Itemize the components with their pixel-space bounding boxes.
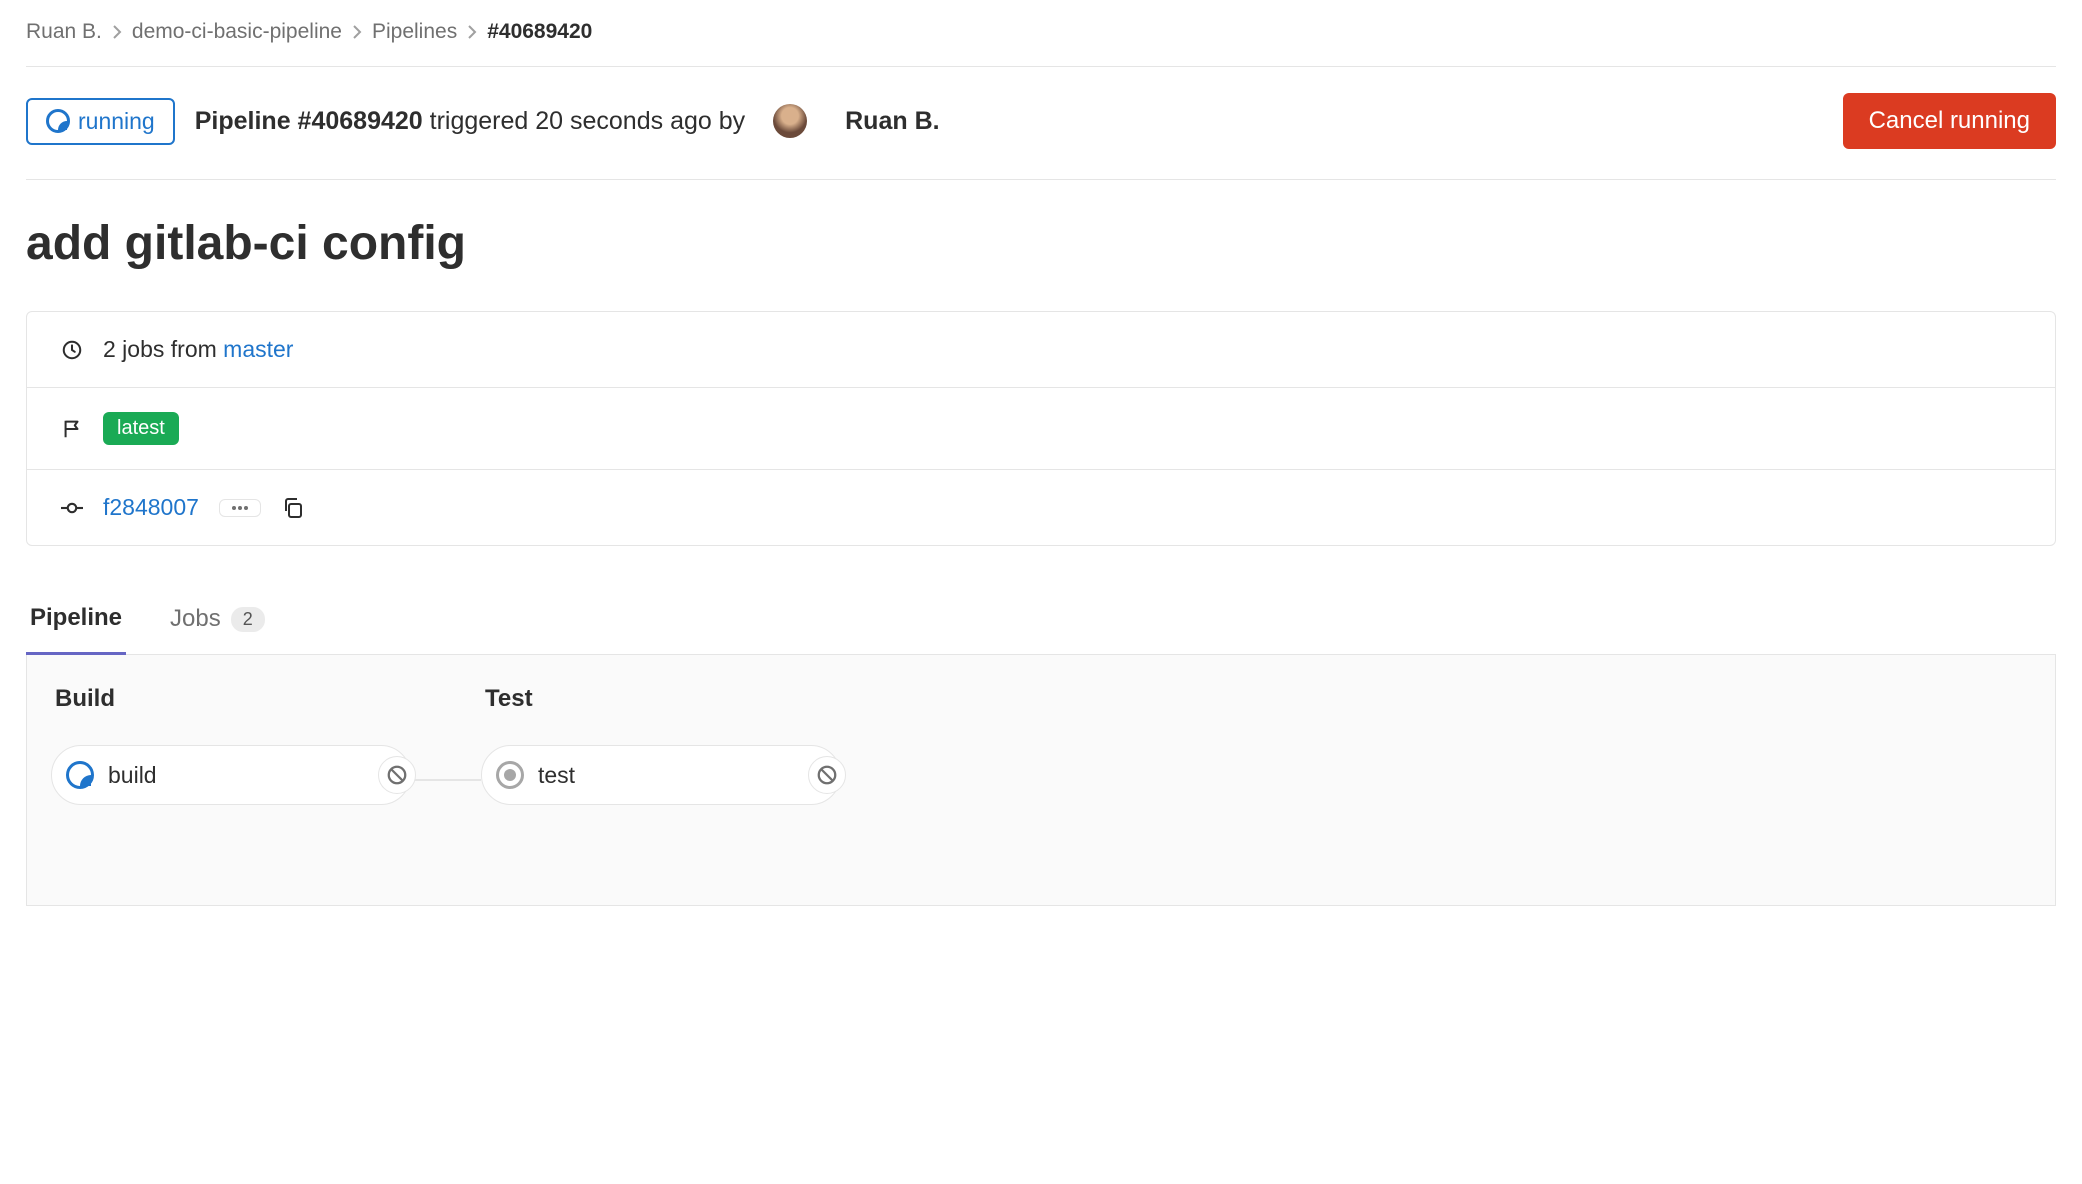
stage-test-name: Test — [485, 685, 841, 713]
job-test-label: test — [538, 762, 826, 789]
tab-jobs[interactable]: Jobs 2 — [166, 590, 269, 654]
ellipsis-icon — [230, 504, 250, 512]
commit-title: add gitlab-ci config — [26, 180, 2056, 311]
pipeline-graph: Build build Test test — [26, 655, 2056, 906]
pipeline-info-box: 2 jobs from master latest f2848007 — [26, 311, 2056, 546]
flag-icon — [61, 418, 83, 440]
pipeline-id-link[interactable]: #40689420 — [298, 107, 423, 135]
tab-pipeline-label: Pipeline — [30, 604, 122, 632]
user-avatar[interactable] — [773, 104, 807, 138]
branch-link[interactable]: master — [223, 336, 293, 362]
latest-badge: latest — [103, 412, 179, 445]
running-icon — [66, 761, 94, 789]
tab-jobs-label: Jobs — [170, 605, 221, 633]
tags-row: latest — [27, 388, 2055, 470]
breadcrumb: Ruan B. demo-ci-basic-pipeline Pipelines… — [26, 20, 2056, 67]
breadcrumb-sep — [112, 25, 122, 39]
breadcrumb-project[interactable]: demo-ci-basic-pipeline — [132, 20, 342, 44]
created-icon — [496, 761, 524, 789]
triggerer-name[interactable]: Ruan B. — [845, 107, 939, 136]
cancel-icon — [386, 764, 408, 786]
jobs-count-text: 2 jobs from — [103, 336, 223, 362]
pipeline-info-text: Pipeline #40689420 triggered 20 seconds … — [195, 107, 745, 136]
jobs-info-row: 2 jobs from master — [27, 312, 2055, 388]
breadcrumb-sep — [352, 25, 362, 39]
stage-build: Build build — [51, 685, 411, 805]
job-build[interactable]: build — [51, 745, 411, 805]
breadcrumb-current: #40689420 — [487, 20, 592, 44]
breadcrumb-user[interactable]: Ruan B. — [26, 20, 102, 44]
commit-row: f2848007 — [27, 470, 2055, 545]
pipeline-stages: Build build Test test — [51, 685, 2031, 805]
running-icon — [46, 109, 70, 133]
expand-commit-button[interactable] — [219, 499, 261, 517]
stage-build-name: Build — [55, 685, 411, 713]
copy-sha-button[interactable] — [281, 496, 305, 520]
job-build-label: build — [108, 762, 396, 789]
commit-sha-link[interactable]: f2848007 — [103, 494, 199, 521]
pipeline-header: running Pipeline #40689420 triggered 20 … — [26, 67, 2056, 180]
pipeline-prefix: Pipeline — [195, 107, 298, 135]
jobs-info-text: 2 jobs from master — [103, 336, 293, 363]
pipeline-tabs: Pipeline Jobs 2 — [26, 590, 2056, 655]
breadcrumb-sep — [467, 25, 477, 39]
cancel-job-button[interactable] — [808, 756, 846, 794]
status-label: running — [78, 108, 155, 135]
stage-test: Test test — [481, 685, 841, 805]
tab-pipeline[interactable]: Pipeline — [26, 590, 126, 655]
cancel-running-button[interactable]: Cancel running — [1843, 93, 2056, 149]
jobs-count-badge: 2 — [231, 607, 265, 632]
triggered-text: triggered 20 seconds ago by — [423, 107, 745, 135]
breadcrumb-section[interactable]: Pipelines — [372, 20, 457, 44]
status-badge-running[interactable]: running — [26, 98, 175, 145]
pipeline-header-left: running Pipeline #40689420 triggered 20 … — [26, 98, 940, 145]
copy-icon — [281, 496, 305, 520]
cancel-job-button[interactable] — [378, 756, 416, 794]
stage-connector — [411, 779, 481, 781]
clock-icon — [61, 339, 83, 361]
cancel-icon — [816, 764, 838, 786]
job-test[interactable]: test — [481, 745, 841, 805]
commit-icon — [61, 497, 83, 519]
